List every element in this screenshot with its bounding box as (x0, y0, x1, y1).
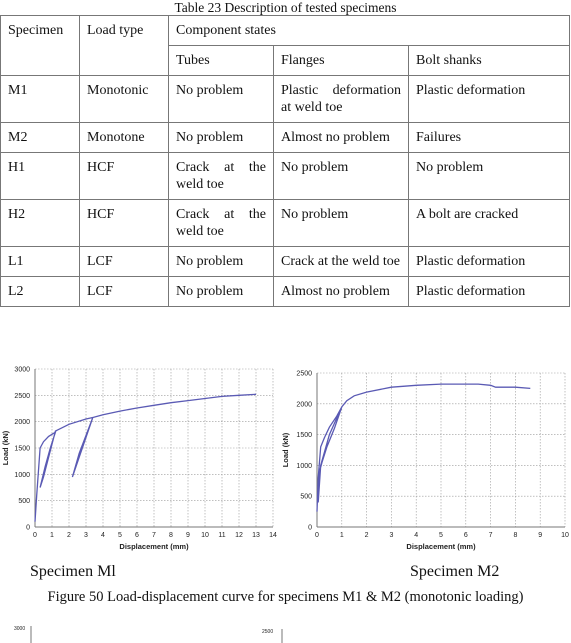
cell-flanges: Plastic deformation at weld toe (273, 75, 409, 123)
header-load-type: Load type (79, 15, 169, 76)
x-tick-label: 4 (101, 532, 105, 539)
series-line (316, 383, 531, 512)
cell-flanges: Almost no problem (273, 122, 409, 153)
x-axis-label: Displacement (mm) (406, 542, 476, 551)
cell-specimen: H2 (0, 199, 80, 247)
cell-tubes: No problem (168, 276, 274, 307)
x-tick-label: 9 (186, 532, 190, 539)
x-tick-label: 9 (538, 532, 542, 539)
x-tick-label: 10 (561, 532, 569, 539)
header-bolt-shanks: Bolt shanks (408, 45, 570, 76)
chart-m1: 0 1 2 3 4 5 6 7 8 9 10 11 12 13 1405001000150020002500… (1, 367, 277, 552)
y-axis-label: Load (kN) (1, 430, 10, 465)
cell-tubes: No problem (168, 75, 274, 123)
header-tubes: Tubes (168, 45, 274, 76)
y-tick-label: 0 (308, 525, 312, 532)
cell-tubes: No problem (168, 122, 274, 153)
x-tick-label: 1 (340, 532, 344, 539)
cell-tubes: Crack at the weld toe (168, 199, 274, 247)
y-axis-label: Load (kN) (281, 432, 290, 467)
cell-bolt-shanks: A bolt are cracked (408, 199, 570, 247)
cell-flanges: No problem (273, 152, 409, 200)
x-tick-label: 3 (84, 532, 88, 539)
cell-flanges: Almost no problem (273, 276, 409, 307)
y-tick-label: 0 (26, 525, 30, 532)
x-tick-label: 6 (464, 532, 468, 539)
cell-load-type: Monotone (79, 122, 169, 153)
x-tick-label: 1 (50, 532, 54, 539)
cell-specimen: M1 (0, 75, 80, 123)
next-chart-fragment: 3000 2500 (14, 626, 283, 643)
cell-bolt-shanks: Plastic deformation (408, 75, 570, 123)
cell-load-type: LCF (79, 246, 169, 277)
x-tick-label: 0 (315, 532, 319, 539)
table-row: L2 LCF No problem Almost no problem Plas… (0, 276, 570, 307)
cell-tubes: Crack at the weld toe (168, 152, 274, 200)
x-tick-label: 8 (169, 532, 173, 539)
y-tick-label: 1000 (296, 463, 312, 470)
x-tick-label: 10 (201, 532, 209, 539)
specimens-table: Specimen Load type Component states Tube… (0, 15, 570, 307)
cell-specimen: M2 (0, 122, 80, 153)
cell-flanges: Crack at the weld toe (273, 246, 409, 277)
y-tick-label: 500 (18, 498, 30, 505)
x-tick-label: 11 (218, 532, 225, 539)
cell-bolt-shanks: Plastic deformation (408, 276, 570, 307)
x-tick-label: 14 (269, 532, 277, 539)
next-chart-y-tick: 3000 (14, 626, 25, 632)
x-tick-label: 13 (252, 532, 260, 539)
y-tick-label: 2000 (14, 419, 30, 426)
series-line (34, 393, 257, 522)
cell-bolt-shanks: Plastic deformation (408, 246, 570, 277)
cell-flanges: No problem (273, 199, 409, 247)
y-tick-label: 2500 (14, 393, 30, 400)
cell-load-type: HCF (79, 199, 169, 247)
y-tick-label: 1500 (14, 446, 30, 453)
header-component-states: Component states (168, 15, 570, 46)
table-row: L1 LCF No problem Crack at the weld toe … (0, 246, 570, 277)
subcaption-m1: Specimen Ml (30, 563, 116, 580)
y-tick-label: 500 (300, 494, 312, 501)
x-tick-label: 0 (33, 532, 37, 539)
cell-load-type: LCF (79, 276, 169, 307)
cell-bolt-shanks: Failures (408, 122, 570, 153)
x-tick-label: 12 (235, 532, 243, 539)
y-tick-label: 3000 (14, 367, 30, 374)
chart-m2: 0 1 2 3 4 5 6 7 8 9 10 0 500 1000 1500 2000 2500 Displace… (281, 371, 569, 552)
x-tick-label: 4 (414, 532, 418, 539)
cell-specimen: L2 (0, 276, 80, 307)
x-axis-label: Displacement (mm) (119, 542, 189, 551)
x-tick-label: 5 (118, 532, 122, 539)
cell-specimen: L1 (0, 246, 80, 277)
y-tick-label: 2000 (296, 401, 312, 408)
cell-bolt-shanks: No problem (408, 152, 570, 200)
x-tick-label: 6 (135, 532, 139, 539)
y-tick-label: 2500 (296, 371, 312, 378)
table-row: M2 Monotone No problem Almost no problem… (0, 122, 570, 153)
x-tick-label: 2 (365, 532, 369, 539)
cell-load-type: HCF (79, 152, 169, 200)
x-tick-label: 7 (489, 532, 493, 539)
header-flanges: Flanges (273, 45, 409, 76)
cell-tubes: No problem (168, 246, 274, 277)
x-tick-label: 7 (152, 532, 156, 539)
next-chart-y-tick: 2500 (262, 629, 273, 635)
table-header-row: Specimen Load type Component states (0, 15, 570, 76)
x-tick-label: 2 (67, 532, 71, 539)
table-row: H1 HCF Crack at the weld toe No problem … (0, 152, 570, 200)
subcaption-m2: Specimen M2 (410, 563, 500, 580)
cell-load-type: Monotonic (79, 75, 169, 123)
figure-caption: Figure 50 Load-displacement curve for sp… (47, 589, 524, 605)
table-row: H2 HCF Crack at the weld toe No problem … (0, 199, 570, 247)
cell-specimen: H1 (0, 152, 80, 200)
header-specimen: Specimen (0, 15, 80, 76)
x-tick-label: 3 (389, 532, 393, 539)
y-tick-label: 1500 (296, 432, 312, 439)
y-tick-label: 1000 (14, 472, 30, 479)
table-caption: Table 23 Description of tested specimens (174, 0, 397, 15)
table-row: M1 Monotonic No problem Plastic deformat… (0, 75, 570, 123)
x-tick-label: 8 (513, 532, 517, 539)
x-tick-label: 5 (439, 532, 443, 539)
